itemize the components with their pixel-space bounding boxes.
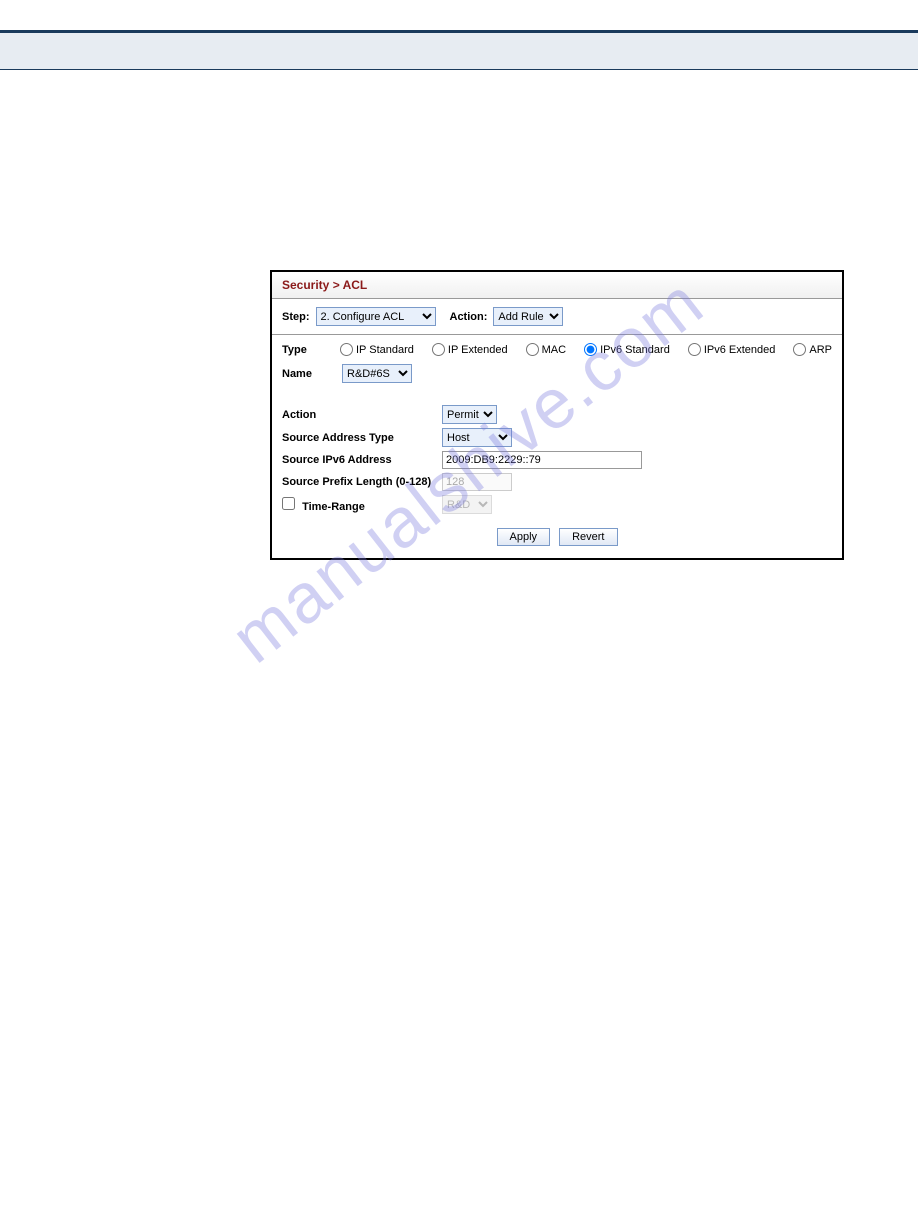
name-select[interactable]: R&D#6S	[342, 364, 412, 383]
breadcrumb: Security > ACL	[272, 272, 842, 299]
radio-ipv6-extended-input[interactable]	[688, 343, 701, 356]
type-row: Type IP Standard IP Extended MAC IPv6 St…	[272, 335, 842, 360]
rule-action-label: Action	[282, 409, 442, 421]
radio-ip-extended-label: IP Extended	[448, 344, 508, 356]
button-row: Apply Revert	[272, 522, 842, 558]
radio-mac-input[interactable]	[526, 343, 539, 356]
name-row: Name R&D#6S	[272, 360, 842, 393]
radio-ipv6-standard-input[interactable]	[584, 343, 597, 356]
timerange-checkbox[interactable]	[282, 497, 295, 510]
type-radio-group: IP Standard IP Extended MAC IPv6 Standar…	[340, 343, 832, 356]
src-ipv6-label: Source IPv6 Address	[282, 454, 442, 466]
rule-form: Action Permit Source Address Type Host S…	[272, 393, 842, 522]
radio-mac[interactable]: MAC	[526, 343, 566, 356]
step-label: Step:	[282, 311, 310, 323]
radio-ipv6-extended[interactable]: IPv6 Extended	[688, 343, 776, 356]
radio-ip-standard-input[interactable]	[340, 343, 353, 356]
src-addr-type-label: Source Address Type	[282, 432, 442, 444]
timerange-label: Time-Range	[302, 501, 365, 513]
step-action-row: Step: 2. Configure ACL Action: Add Rule	[272, 299, 842, 335]
apply-button[interactable]: Apply	[497, 528, 551, 546]
prefix-length-input	[442, 473, 512, 491]
radio-ip-extended-input[interactable]	[432, 343, 445, 356]
timerange-wrap: Time-Range	[282, 497, 442, 513]
radio-mac-label: MAC	[542, 344, 566, 356]
radio-arp-label: ARP	[809, 344, 832, 356]
step-select[interactable]: 2. Configure ACL	[316, 307, 436, 326]
action-select[interactable]: Add Rule	[493, 307, 563, 326]
timerange-select: R&D	[442, 495, 492, 514]
radio-ip-extended[interactable]: IP Extended	[432, 343, 508, 356]
action-label: Action:	[450, 311, 488, 323]
type-label: Type	[282, 344, 340, 356]
rule-action-select[interactable]: Permit	[442, 405, 497, 424]
radio-ipv6-standard[interactable]: IPv6 Standard	[584, 343, 670, 356]
radio-ip-standard[interactable]: IP Standard	[340, 343, 414, 356]
radio-ip-standard-label: IP Standard	[356, 344, 414, 356]
revert-button[interactable]: Revert	[559, 528, 617, 546]
radio-arp[interactable]: ARP	[793, 343, 832, 356]
acl-config-panel: Security > ACL Step: 2. Configure ACL Ac…	[270, 270, 844, 560]
prefix-length-label: Source Prefix Length (0-128)	[282, 476, 442, 488]
radio-ipv6-extended-label: IPv6 Extended	[704, 344, 776, 356]
src-addr-type-select[interactable]: Host	[442, 428, 512, 447]
src-ipv6-input[interactable]	[442, 451, 642, 469]
top-banner	[0, 30, 918, 70]
radio-arp-input[interactable]	[793, 343, 806, 356]
name-label: Name	[282, 368, 342, 380]
radio-ipv6-standard-label: IPv6 Standard	[600, 344, 670, 356]
